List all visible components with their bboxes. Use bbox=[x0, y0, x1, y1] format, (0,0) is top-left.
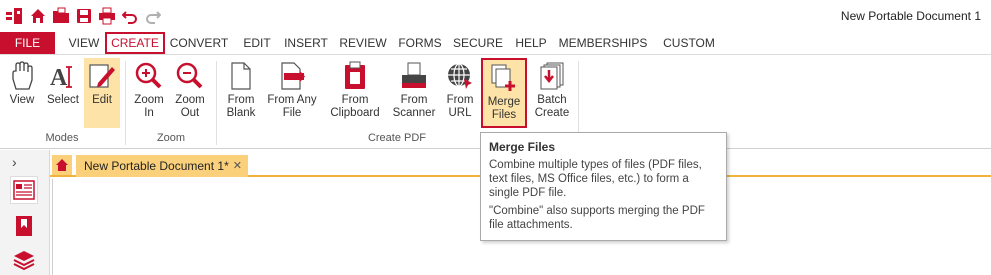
print-icon[interactable] bbox=[96, 5, 117, 27]
from-clipboard-label: From bbox=[341, 94, 369, 106]
layers-icon[interactable] bbox=[10, 246, 38, 274]
zoom-group-label: Zoom bbox=[156, 132, 186, 144]
modes-group-label: Modes bbox=[45, 132, 79, 144]
merge-files-tooltip: Merge Files Combine multiple types of fi… bbox=[480, 132, 727, 241]
scanner-icon bbox=[389, 58, 439, 94]
batch-create-button[interactable]: Batch Create bbox=[531, 58, 573, 128]
tab-insert[interactable]: INSERT bbox=[282, 32, 330, 54]
tab-help[interactable]: HELP bbox=[511, 32, 551, 54]
tab-custom[interactable]: CUSTOM bbox=[658, 32, 720, 54]
select-label: Select bbox=[47, 94, 79, 106]
tab-file[interactable]: FILE bbox=[0, 32, 55, 54]
merge-files-button[interactable]: Merge Files bbox=[481, 58, 527, 128]
from-url-label: From bbox=[446, 94, 474, 106]
hand-icon bbox=[4, 58, 40, 94]
app-logo-icon[interactable] bbox=[4, 5, 25, 27]
document-tab[interactable]: New Portable Document 1* ✕ bbox=[76, 155, 248, 177]
batch-create-label: Batch bbox=[537, 94, 567, 106]
tab-create[interactable]: CREATE bbox=[105, 32, 165, 54]
undo-icon[interactable] bbox=[119, 5, 140, 27]
view-label: View bbox=[9, 94, 35, 106]
from-any-file-button[interactable]: From Any File bbox=[265, 58, 319, 128]
batch-create-icon bbox=[531, 58, 573, 94]
save-icon[interactable] bbox=[73, 5, 94, 27]
merge-files-icon bbox=[483, 60, 525, 96]
edit-pencil-icon bbox=[84, 58, 120, 94]
zoom-in-icon bbox=[130, 58, 168, 94]
from-clipboard-button[interactable]: From Clipboard bbox=[326, 58, 384, 128]
select-mode-button[interactable]: A Select bbox=[44, 58, 82, 128]
redo-icon[interactable] bbox=[142, 5, 163, 27]
page-thumbnails-icon[interactable] bbox=[10, 176, 38, 204]
window-title: New Portable Document 1 bbox=[840, 9, 981, 23]
tab-review[interactable]: REVIEW bbox=[337, 32, 389, 54]
merge-files-label: Merge bbox=[487, 96, 521, 108]
from-blank-button[interactable]: From Blank bbox=[221, 58, 261, 128]
globe-icon bbox=[442, 58, 478, 94]
tooltip-note: "Combine" also supports merging the PDF … bbox=[489, 205, 705, 231]
zoom-in-label: Zoom bbox=[134, 94, 164, 106]
view-mode-button[interactable]: View bbox=[4, 58, 40, 128]
tab-forms[interactable]: FORMS bbox=[396, 32, 444, 54]
from-blank-label: From bbox=[227, 94, 255, 106]
from-url-button[interactable]: From URL bbox=[442, 58, 478, 128]
menu-bar: FILE VIEW CREATE CONVERT EDIT INSERT REV… bbox=[0, 32, 991, 54]
zoom-in-button[interactable]: Zoom In bbox=[130, 58, 168, 128]
from-scanner-button[interactable]: From Scanner bbox=[389, 58, 439, 128]
home-tab[interactable] bbox=[52, 155, 72, 175]
select-text-icon: A bbox=[44, 58, 82, 94]
blank-page-icon bbox=[221, 58, 261, 94]
zoom-out-label: Zoom bbox=[175, 94, 205, 106]
tab-edit[interactable]: EDIT bbox=[238, 32, 276, 54]
title-bar: New Portable Document 1 bbox=[0, 0, 991, 32]
close-tab-icon[interactable]: ✕ bbox=[233, 155, 242, 177]
tab-view[interactable]: VIEW bbox=[62, 32, 106, 54]
tooltip-title: Merge Files bbox=[489, 140, 556, 154]
svg-text:A: A bbox=[50, 65, 68, 91]
home-icon bbox=[56, 159, 68, 171]
from-scanner-label: From bbox=[400, 94, 428, 106]
zoom-out-button[interactable]: Zoom Out bbox=[170, 58, 210, 128]
tooltip-description: Combine multiple types of files (PDF fil… bbox=[489, 159, 702, 199]
tab-convert[interactable]: CONVERT bbox=[168, 32, 230, 54]
tab-secure[interactable]: SECURE bbox=[452, 32, 504, 54]
file-convert-icon bbox=[265, 58, 319, 94]
edit-label: Edit bbox=[92, 94, 112, 106]
clipboard-icon bbox=[326, 58, 384, 94]
bookmark-icon[interactable] bbox=[10, 212, 38, 240]
expand-panel-icon[interactable]: › bbox=[12, 154, 17, 170]
quick-access-toolbar bbox=[4, 5, 163, 27]
left-side-panel: › bbox=[0, 150, 50, 275]
edit-mode-button[interactable]: Edit bbox=[84, 58, 120, 128]
from-any-file-label: From Any bbox=[267, 94, 317, 106]
open-folder-icon[interactable] bbox=[50, 5, 71, 27]
zoom-out-icon bbox=[170, 58, 210, 94]
document-tab-label: New Portable Document 1* bbox=[84, 159, 229, 173]
tab-memberships[interactable]: MEMBERSHIPS bbox=[558, 32, 648, 54]
home-icon[interactable] bbox=[27, 5, 48, 27]
